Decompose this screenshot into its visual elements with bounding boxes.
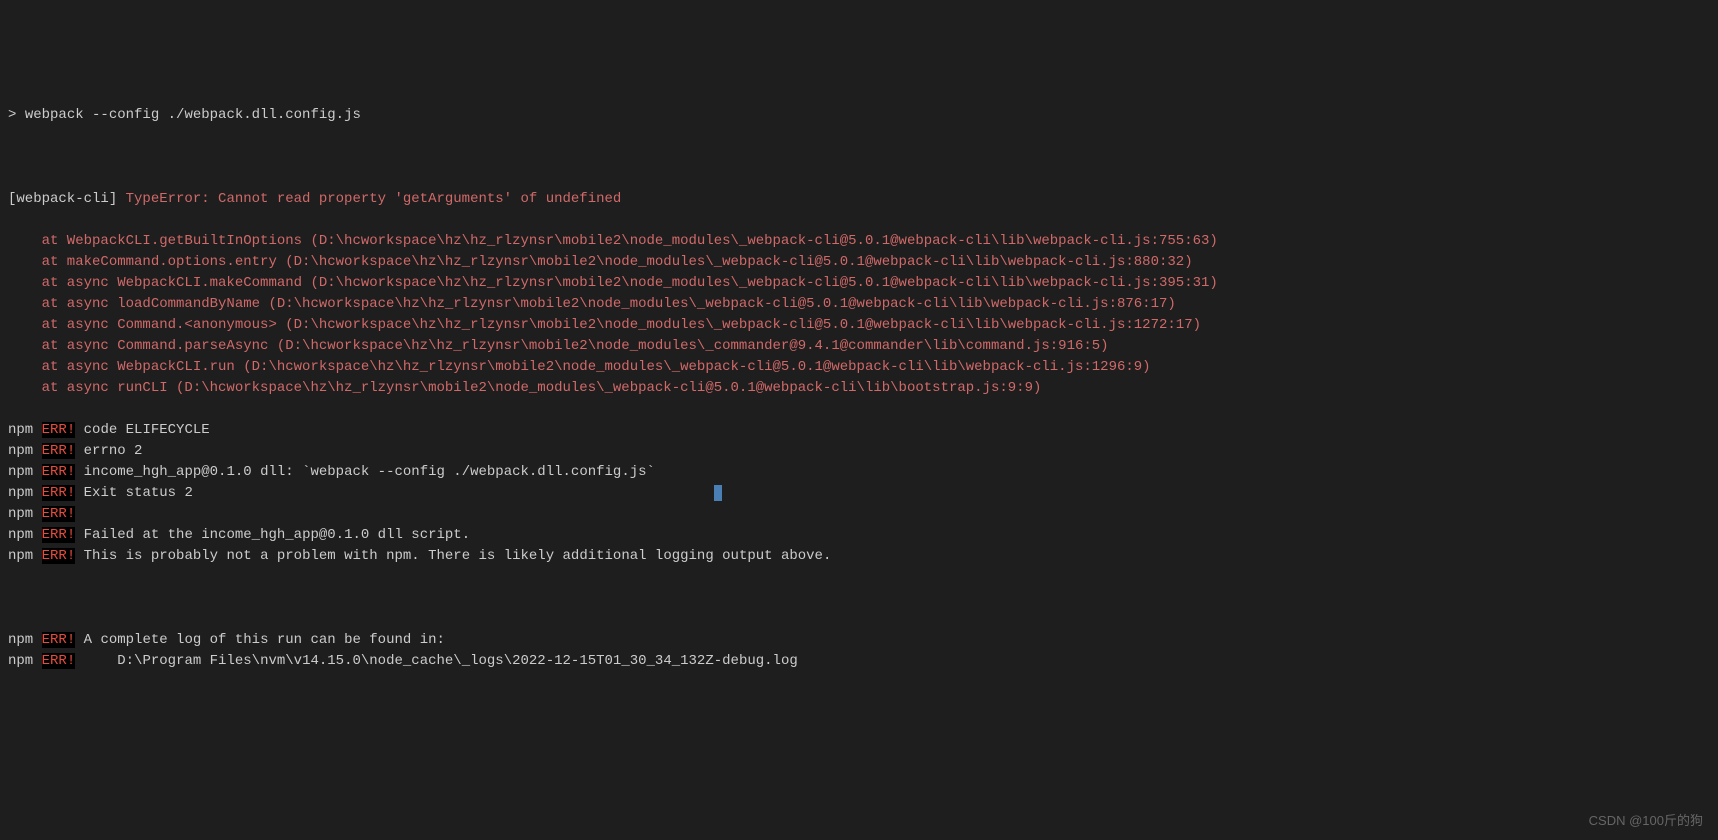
err-label: ERR!	[42, 653, 76, 669]
npm-error-line: npm ERR! Failed at the income_hgh_app@0.…	[0, 525, 1718, 546]
webpack-cli-tag: [webpack-cli]	[8, 191, 117, 207]
err-label: ERR!	[42, 506, 76, 522]
npm-error-message: A complete log of this run can be found …	[75, 632, 445, 648]
npm-error-message: income_hgh_app@0.1.0 dll: `webpack --con…	[75, 464, 655, 480]
npm-prefix: npm	[8, 464, 33, 480]
npm-error-message: D:\Program Files\nvm\v14.15.0\node_cache…	[75, 653, 798, 669]
npm-error-tail-block: npm ERR! A complete log of this run can …	[0, 630, 1718, 672]
npm-error-message: Failed at the income_hgh_app@0.1.0 dll s…	[75, 527, 470, 543]
npm-error-line: npm ERR! This is probably not a problem …	[0, 546, 1718, 567]
watermark-text: CSDN @100斤的狗	[1589, 811, 1703, 831]
command-text: webpack --config ./webpack.dll.config.js	[25, 107, 361, 123]
stack-trace-line: at WebpackCLI.getBuiltInOptions (D:\hcwo…	[0, 231, 1718, 252]
type-error-message: TypeError: Cannot read property 'getArgu…	[126, 191, 622, 207]
npm-error-line: npm ERR! Exit status 2	[0, 483, 1718, 504]
stack-trace-line: at async loadCommandByName (D:\hcworkspa…	[0, 294, 1718, 315]
npm-prefix: npm	[8, 653, 33, 669]
npm-error-message: This is probably not a problem with npm.…	[75, 548, 831, 564]
blank-line	[0, 147, 1718, 168]
webpack-error-header: [webpack-cli] TypeError: Cannot read pro…	[0, 189, 1718, 210]
err-label: ERR!	[42, 548, 76, 564]
npm-error-line: npm ERR! code ELIFECYCLE	[0, 420, 1718, 441]
err-label: ERR!	[42, 485, 76, 501]
prompt-symbol: >	[8, 107, 16, 123]
err-label: ERR!	[42, 527, 76, 543]
command-line: > webpack --config ./webpack.dll.config.…	[0, 105, 1718, 126]
npm-error-line: npm ERR! errno 2	[0, 441, 1718, 462]
npm-error-message: code ELIFECYCLE	[75, 422, 209, 438]
stack-trace-line: at async runCLI (D:\hcworkspace\hz\hz_rl…	[0, 378, 1718, 399]
err-label: ERR!	[42, 443, 76, 459]
npm-prefix: npm	[8, 485, 33, 501]
npm-error-line: npm ERR! D:\Program Files\nvm\v14.15.0\n…	[0, 651, 1718, 672]
npm-prefix: npm	[8, 527, 33, 543]
stack-trace-line: at async WebpackCLI.makeCommand (D:\hcwo…	[0, 273, 1718, 294]
stack-trace-line: at makeCommand.options.entry (D:\hcworks…	[0, 252, 1718, 273]
npm-error-block: npm ERR! code ELIFECYCLEnpm ERR! errno 2…	[0, 420, 1718, 567]
npm-error-line: npm ERR! A complete log of this run can …	[0, 630, 1718, 651]
stack-trace-line: at async Command.parseAsync (D:\hcworksp…	[0, 336, 1718, 357]
terminal-cursor	[714, 485, 722, 501]
err-label: ERR!	[42, 464, 76, 480]
npm-error-line: npm ERR! income_hgh_app@0.1.0 dll: `webp…	[0, 462, 1718, 483]
npm-prefix: npm	[8, 422, 33, 438]
stack-trace-line: at async WebpackCLI.run (D:\hcworkspace\…	[0, 357, 1718, 378]
stack-trace-block: at WebpackCLI.getBuiltInOptions (D:\hcwo…	[0, 231, 1718, 399]
npm-prefix: npm	[8, 548, 33, 564]
npm-prefix: npm	[8, 632, 33, 648]
terminal-output[interactable]: > webpack --config ./webpack.dll.config.…	[0, 84, 1718, 693]
npm-error-message: Exit status 2	[75, 485, 193, 501]
npm-prefix: npm	[8, 506, 33, 522]
blank-line	[0, 588, 1718, 609]
err-label: ERR!	[42, 422, 76, 438]
err-label: ERR!	[42, 632, 76, 648]
npm-prefix: npm	[8, 443, 33, 459]
stack-trace-line: at async Command.<anonymous> (D:\hcworks…	[0, 315, 1718, 336]
npm-error-line: npm ERR!	[0, 504, 1718, 525]
npm-error-message: errno 2	[75, 443, 142, 459]
